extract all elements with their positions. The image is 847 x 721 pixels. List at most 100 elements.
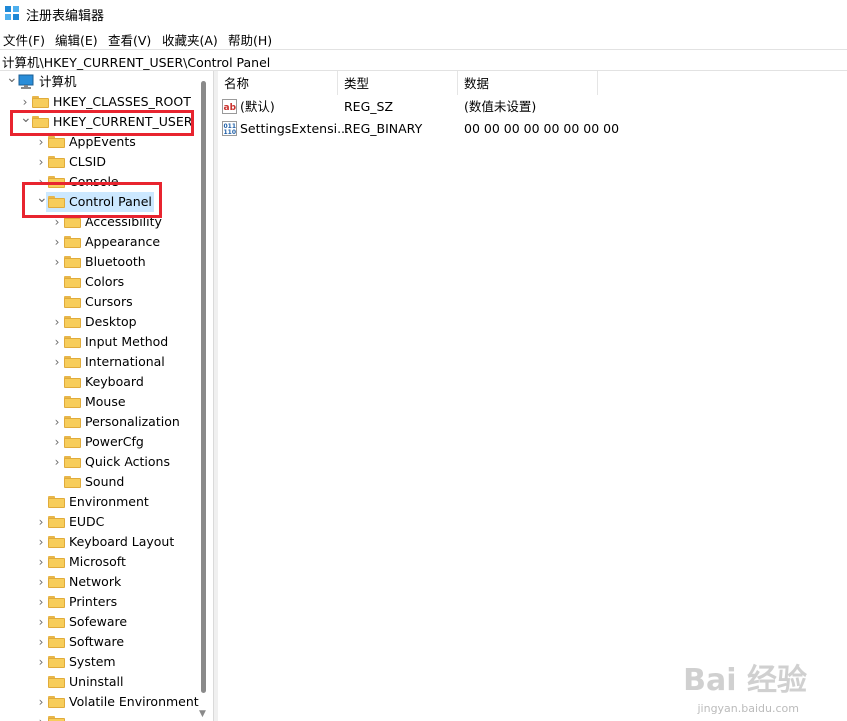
chevron-right-icon[interactable]: › — [36, 632, 46, 652]
column-header-data[interactable]: 数据 — [458, 71, 598, 95]
regedit-app-icon — [5, 6, 19, 20]
folder-icon — [48, 556, 65, 568]
tree-node[interactable]: › — [0, 712, 200, 721]
tree-node-label: Microsoft — [69, 554, 126, 569]
tree-node[interactable]: › Network — [0, 572, 200, 592]
tree-node[interactable]: › Quick Actions — [0, 452, 200, 472]
tree-node-label: Volatile Environment — [69, 694, 199, 709]
folder-icon — [48, 616, 65, 628]
chevron-right-icon[interactable]: › — [36, 572, 46, 592]
chevron-right-icon[interactable]: › — [36, 612, 46, 632]
tree-node[interactable]: › Software — [0, 632, 200, 652]
tree-node[interactable]: › EUDC — [0, 512, 200, 532]
tree-node-label: Appearance — [85, 234, 161, 249]
value-row[interactable]: ab (默认) REG_SZ (数值未设置) — [218, 96, 847, 118]
chevron-right-icon[interactable]: › — [36, 592, 46, 612]
tree-node[interactable]: Keyboard — [0, 372, 200, 392]
menu-edit[interactable]: 编辑(E) — [55, 30, 98, 49]
address-bar[interactable]: 计算机\HKEY_CURRENT_USER\Control Panel — [0, 49, 847, 71]
chevron-right-icon[interactable]: › — [36, 652, 46, 672]
svg-text:ab: ab — [224, 103, 237, 113]
chevron-right-icon[interactable]: › — [36, 692, 46, 712]
tree-node[interactable]: › Input Method — [0, 332, 200, 352]
chevron-right-icon[interactable]: › — [52, 432, 62, 452]
folder-icon — [64, 356, 81, 368]
folder-icon — [64, 316, 81, 328]
chevron-right-icon[interactable]: › — [52, 452, 62, 472]
tree-node-label: International — [85, 354, 165, 369]
value-row[interactable]: 011 110 SettingsExtensi... REG_BINARY 00… — [218, 118, 847, 140]
address-path[interactable]: 计算机\HKEY_CURRENT_USER\Control Panel — [2, 52, 270, 71]
folder-icon — [64, 456, 81, 468]
scrollbar-thumb[interactable] — [201, 81, 206, 693]
tree-node[interactable]: Environment — [0, 492, 200, 512]
folder-icon — [48, 636, 65, 648]
tree-node[interactable]: › International — [0, 352, 200, 372]
folder-icon — [64, 276, 81, 288]
window-title: 注册表编辑器 — [26, 9, 105, 24]
folder-icon — [48, 676, 65, 688]
highlight-box-control-panel — [22, 182, 162, 218]
folder-icon — [48, 536, 65, 548]
tree-node[interactable]: › Volatile Environment — [0, 692, 200, 712]
folder-icon — [48, 656, 65, 668]
string-value-icon: ab — [222, 99, 237, 114]
tree-node-label: CLSID — [69, 154, 106, 169]
folder-icon — [48, 696, 65, 708]
tree-node[interactable]: › Microsoft — [0, 552, 200, 572]
chevron-right-icon[interactable]: › — [36, 512, 46, 532]
value-name: (默认) — [240, 99, 275, 114]
column-header-name[interactable]: 名称 — [218, 71, 338, 95]
folder-icon — [48, 496, 65, 508]
folder-icon — [48, 576, 65, 588]
tree-node[interactable]: Colors — [0, 272, 200, 292]
tree-node-label: Software — [69, 634, 125, 649]
tree-node-label: EUDC — [69, 514, 105, 529]
chevron-right-icon[interactable]: › — [52, 352, 62, 372]
chevron-right-icon[interactable]: › — [36, 552, 46, 572]
chevron-right-icon[interactable]: › — [52, 412, 62, 432]
tree-pane[interactable]: ⌄ 计算机 › HKEY_CLASSES_ROOT ⌄ HKEY_CURRENT_USER… — [0, 71, 212, 721]
svg-text:110: 110 — [224, 129, 237, 136]
tree-node[interactable]: Cursors — [0, 292, 200, 312]
chevron-right-icon[interactable]: › — [52, 232, 62, 252]
tree-node[interactable]: › Sofeware — [0, 612, 200, 632]
tree-node[interactable]: › System — [0, 652, 200, 672]
chevron-right-icon[interactable]: › — [36, 152, 46, 172]
tree-node-label: Bluetooth — [85, 254, 146, 269]
tree-node[interactable]: › Bluetooth — [0, 252, 200, 272]
tree-node[interactable]: › Printers — [0, 592, 200, 612]
tree-node[interactable]: › Appearance — [0, 232, 200, 252]
menu-favorites[interactable]: 收藏夹(A) — [162, 30, 218, 49]
chevron-down-icon[interactable]: ⌄ — [6, 71, 18, 88]
tree-node-label: HKEY_CLASSES_ROOT — [53, 94, 191, 109]
baidu-watermark-url: jingyan.baidu.com — [697, 702, 799, 715]
tree-node[interactable]: ⌄ 计算机 — [0, 71, 200, 92]
chevron-right-icon[interactable]: › — [36, 712, 46, 721]
chevron-right-icon[interactable]: › — [52, 312, 62, 332]
folder-icon — [64, 416, 81, 428]
menu-help[interactable]: 帮助(H) — [228, 30, 272, 49]
menu-file[interactable]: 文件(F) — [3, 30, 45, 49]
value-data: (数值未设置) — [464, 99, 537, 114]
tree-node[interactable]: Sound — [0, 472, 200, 492]
tree-node[interactable]: Mouse — [0, 392, 200, 412]
menu-view[interactable]: 查看(V) — [108, 30, 151, 49]
tree-node[interactable]: › Personalization — [0, 412, 200, 432]
tree-node[interactable]: › Desktop — [0, 312, 200, 332]
column-header-type[interactable]: 类型 — [338, 71, 458, 95]
tree-node-label: Keyboard — [85, 374, 144, 389]
tree-node[interactable]: › Keyboard Layout — [0, 532, 200, 552]
chevron-right-icon[interactable]: › — [52, 332, 62, 352]
tree-node[interactable]: › CLSID — [0, 152, 200, 172]
tree-scrollbar[interactable]: ▼ — [198, 71, 210, 721]
chevron-right-icon[interactable]: › — [36, 532, 46, 552]
tree-node[interactable]: Uninstall — [0, 672, 200, 692]
tree-node[interactable]: › PowerCfg — [0, 432, 200, 452]
tree-node-label: System — [69, 654, 116, 669]
values-list[interactable]: 名称 类型 数据 ab (默认) REG_SZ (数值未设置) 011 110 … — [218, 71, 847, 721]
chevron-right-icon[interactable]: › — [52, 252, 62, 272]
folder-icon — [64, 296, 81, 308]
baidu-watermark: Bai 经验 — [683, 663, 807, 698]
scroll-down-arrow-icon[interactable]: ▼ — [199, 709, 206, 719]
